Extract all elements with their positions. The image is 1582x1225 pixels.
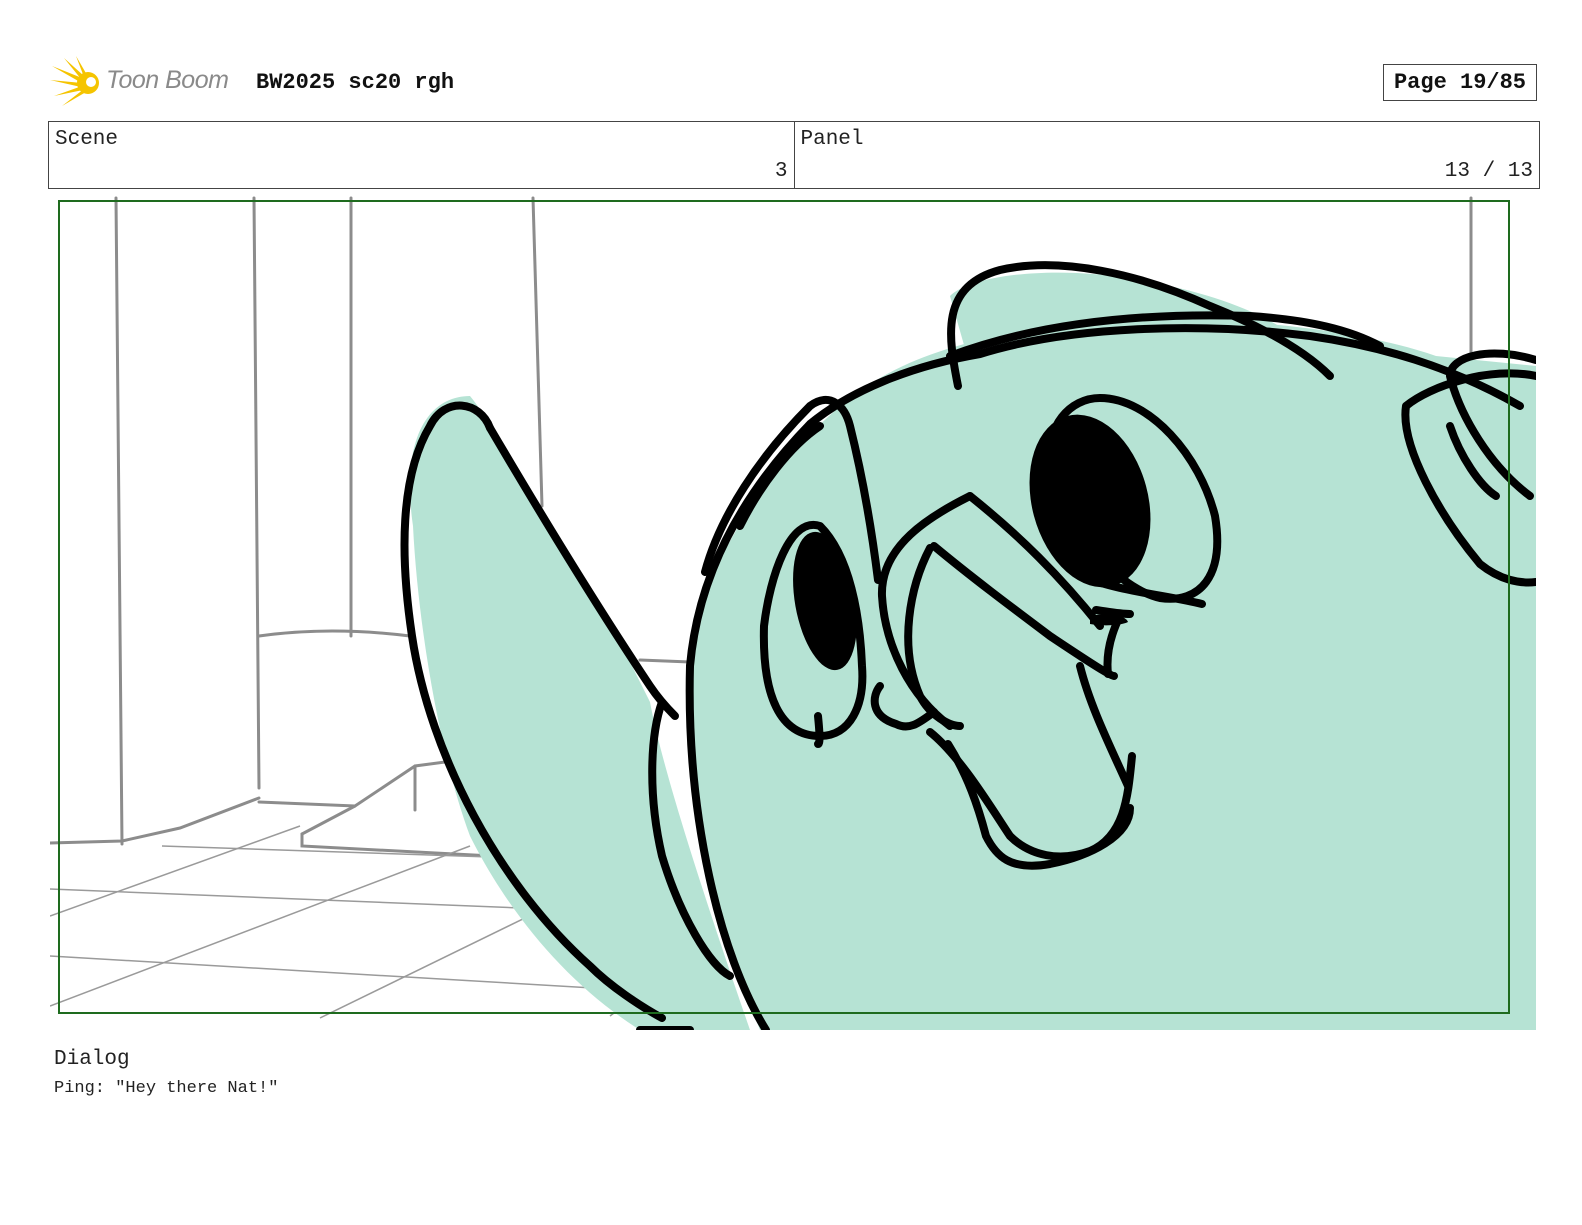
character-fill [409,272,1536,1030]
logo-text: Toon Boom [106,66,229,94]
scene-label: Scene [55,128,119,151]
panel-label: Panel [800,128,864,151]
scene-cell: Scene 3 [49,122,794,188]
scene-value: 3 [774,160,788,183]
info-table: Scene 3 Panel 13 / 13 [48,121,1540,189]
panel-value: 13 / 13 [1444,160,1533,183]
storyboard-panel [50,196,1536,1030]
document-title: BW2025 sc20 rgh [256,70,455,95]
panel-cell: Panel 13 / 13 [793,122,1540,188]
page-indicator: Page 19/85 [1383,64,1537,101]
panel-drawing [50,196,1536,1030]
dialog-label: Dialog [54,1048,130,1071]
dialog-text: Ping: "Hey there Nat!" [54,1079,279,1098]
